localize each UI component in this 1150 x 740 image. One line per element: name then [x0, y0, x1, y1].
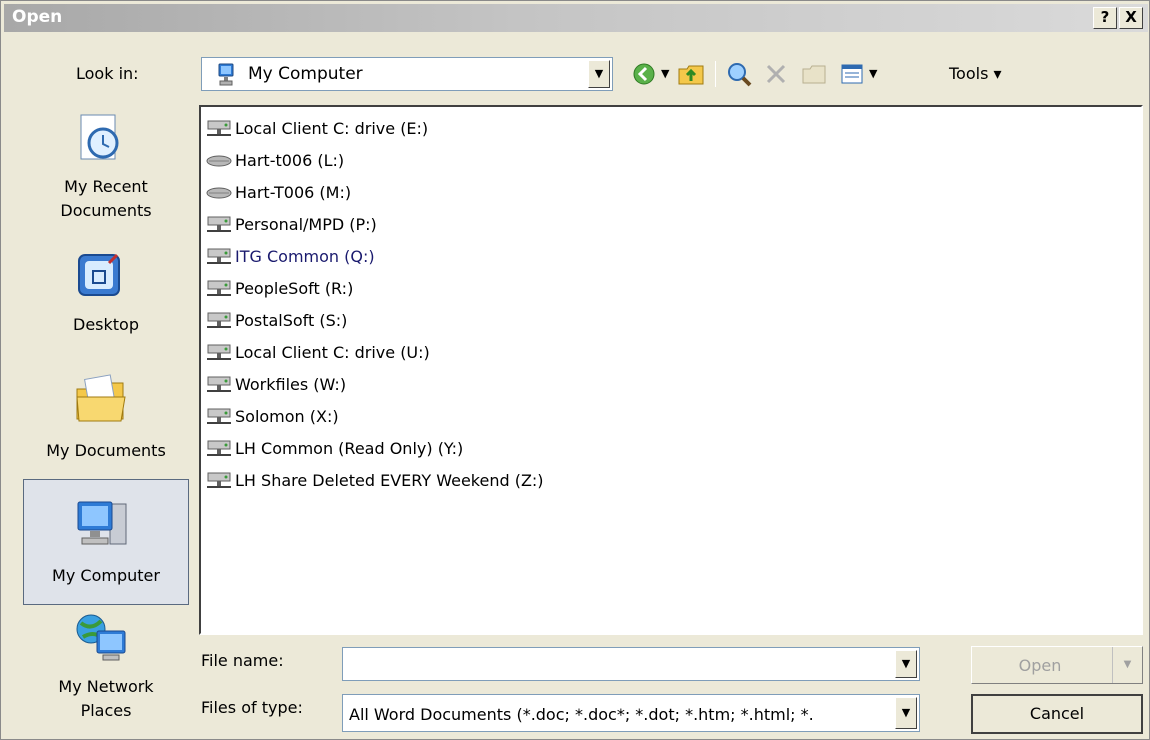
- file-name: Solomon (X:): [235, 407, 339, 426]
- recent-documents-icon: [80, 114, 119, 160]
- file-name: Workfiles (W:): [235, 375, 347, 394]
- my-documents-icon: [76, 374, 126, 422]
- close-button[interactable]: X: [1119, 7, 1143, 29]
- place-my-computer[interactable]: My Computer: [23, 479, 189, 605]
- network-drive-icon: [207, 376, 231, 392]
- disconnected-drive-icon: [206, 187, 232, 199]
- toolbar-separator: [715, 61, 716, 87]
- my-computer-icon: [77, 501, 127, 545]
- place-desktop[interactable]: Desktop: [23, 241, 189, 351]
- chevron-down-icon[interactable]: ▼: [895, 697, 917, 729]
- title-bar[interactable]: Open ? X: [4, 4, 1148, 32]
- look-in-dropdown[interactable]: My Computer ▼: [201, 57, 613, 91]
- file-name: Hart-T006 (M:): [235, 183, 352, 202]
- place-label: My Network: [58, 677, 154, 696]
- new-folder-icon[interactable]: [801, 61, 827, 87]
- network-drive-icon: [207, 344, 231, 360]
- help-button[interactable]: ?: [1093, 7, 1117, 29]
- place-label: My Recent: [64, 177, 148, 196]
- network-drive-icon: [207, 216, 231, 232]
- file-name: PeopleSoft (R:): [235, 279, 354, 298]
- open-button[interactable]: Open ▼: [971, 646, 1143, 684]
- back-icon[interactable]: [631, 61, 657, 87]
- file-type-dropdown[interactable]: All Word Documents (*.doc; *.doc*; *.dot…: [342, 694, 920, 732]
- disconnected-drive-icon: [206, 155, 232, 167]
- back-history-chevron-icon[interactable]: ▼: [661, 67, 669, 80]
- tools-menu-button[interactable]: Tools ▾: [949, 64, 1002, 83]
- delete-icon[interactable]: [763, 61, 789, 87]
- views-chevron-icon[interactable]: ▼: [869, 67, 877, 80]
- file-name: Hart-t006 (L:): [235, 151, 345, 170]
- file-name: Personal/MPD (P:): [235, 215, 377, 234]
- open-dialog: Open ? X Look in: My Computer ▼ ▼ ▼ Tool…: [0, 0, 1150, 740]
- place-my-recent-documents[interactable]: My Recent Documents: [23, 101, 189, 231]
- file-name: Local Client C: drive (U:): [235, 343, 430, 362]
- network-drive-icon: [207, 248, 231, 264]
- file-name-label: File name:: [201, 651, 284, 670]
- file-name: ITG Common (Q:): [235, 247, 375, 266]
- file-name: PostalSoft (S:): [235, 311, 348, 330]
- network-drive-icon: [207, 312, 231, 328]
- chevron-down-icon[interactable]: ▼: [895, 650, 917, 678]
- open-button-label: Open: [1018, 656, 1062, 675]
- look-in-label: Look in:: [76, 64, 139, 83]
- file-name: LH Share Deleted EVERY Weekend (Z:): [235, 471, 544, 490]
- look-in-value: My Computer: [248, 64, 363, 84]
- chevron-down-icon[interactable]: ▼: [588, 60, 610, 88]
- up-one-level-icon[interactable]: [677, 61, 705, 87]
- places-bar: My Recent Documents Desktop My Documents: [23, 101, 189, 731]
- file-type-value: All Word Documents (*.doc; *.doc*; *.dot…: [349, 705, 814, 724]
- search-web-icon[interactable]: [725, 61, 753, 87]
- file-type-label: Files of type:: [201, 698, 303, 717]
- file-name: Local Client C: drive (E:): [235, 119, 429, 138]
- file-name-input[interactable]: ▼: [342, 647, 920, 681]
- place-label: Places: [80, 701, 132, 720]
- network-drive-icon: [207, 408, 231, 424]
- place-my-documents[interactable]: My Documents: [23, 361, 189, 471]
- views-icon[interactable]: [839, 61, 865, 87]
- desktop-icon: [78, 253, 120, 296]
- place-label: My Documents: [46, 441, 166, 460]
- window-title: Open: [12, 7, 63, 27]
- network-drive-icon: [207, 120, 231, 136]
- open-options-chevron-icon[interactable]: ▼: [1112, 647, 1142, 683]
- network-drive-icon: [207, 280, 231, 296]
- network-drive-icon: [207, 472, 231, 488]
- file-list[interactable]: Local Client C: drive (E:) Hart-t006 (L:…: [199, 105, 1143, 635]
- my-computer-icon: [218, 63, 234, 86]
- network-drive-icon: [207, 440, 231, 456]
- place-label: Documents: [60, 201, 152, 220]
- network-places-icon: [76, 614, 126, 661]
- place-label: Desktop: [73, 315, 139, 334]
- cancel-button[interactable]: Cancel: [971, 694, 1143, 734]
- file-name: LH Common (Read Only) (Y:): [235, 439, 464, 458]
- place-my-network-places[interactable]: My Network Places: [23, 611, 189, 731]
- place-label: My Computer: [52, 566, 160, 585]
